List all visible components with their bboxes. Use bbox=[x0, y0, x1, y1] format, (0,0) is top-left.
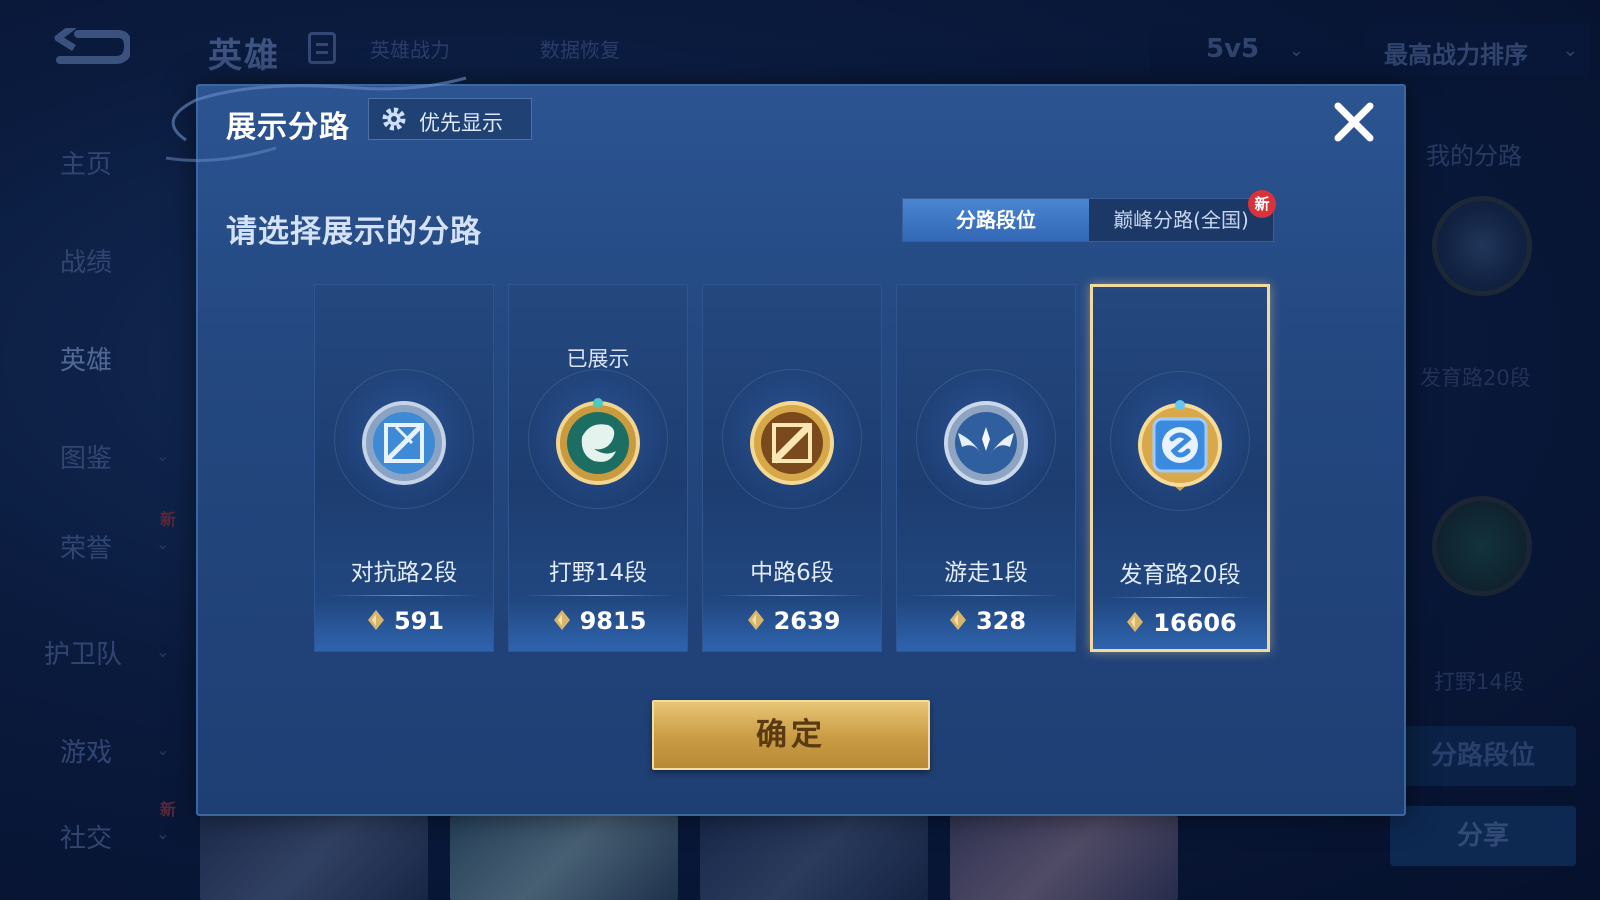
divider bbox=[523, 595, 673, 596]
points-icon bbox=[1127, 612, 1144, 632]
lane-points: 9815 bbox=[509, 607, 687, 635]
jungle-icon bbox=[556, 398, 640, 485]
gear-icon bbox=[382, 107, 406, 131]
lane-rank-label: 发育路20段 bbox=[1119, 562, 1241, 588]
close-icon[interactable] bbox=[1330, 98, 1378, 146]
lane-points: 16606 bbox=[1093, 609, 1267, 637]
points-icon bbox=[367, 610, 384, 630]
mid-lane-icon bbox=[750, 401, 834, 485]
lane-card-list: 对抗路2段 591 已展示 打野14段 9815 中路6段 2639 游走1段 … bbox=[314, 284, 1274, 654]
lane-card-clash[interactable]: 对抗路2段 591 bbox=[314, 284, 494, 652]
lane-rank-label: 中路6段 bbox=[750, 560, 834, 586]
points-value: 328 bbox=[975, 607, 1027, 635]
points-value: 2639 bbox=[773, 607, 841, 635]
priority-display-label: 优先显示 bbox=[419, 111, 503, 135]
lane-tab-group: 分路段位 巅峰分路(全国) bbox=[902, 198, 1274, 242]
lane-card-roam[interactable]: 游走1段 328 bbox=[896, 284, 1076, 652]
points-value: 591 bbox=[393, 607, 445, 635]
lane-rank-label: 打野14段 bbox=[548, 560, 648, 586]
tab-peak-lane[interactable]: 巅峰分路(全国) bbox=[1089, 199, 1273, 241]
tab-lane-rank[interactable]: 分路段位 bbox=[903, 199, 1089, 241]
lane-card-farm[interactable]: 发育路20段 16606 bbox=[1090, 284, 1270, 652]
new-badge: 新 bbox=[1248, 190, 1276, 218]
lane-rank-label: 对抗路2段 bbox=[350, 560, 458, 586]
lane-card-jungle[interactable]: 已展示 打野14段 9815 bbox=[508, 284, 688, 652]
lane-points: 591 bbox=[315, 607, 493, 635]
dialog-title: 展示分路 bbox=[226, 110, 350, 145]
clash-lane-icon bbox=[362, 401, 446, 485]
lane-card-mid[interactable]: 中路6段 2639 bbox=[702, 284, 882, 652]
lane-display-dialog: 展示分路 优先显示 请选择展示的分路 分路段位 巅峰分路(全国) 新 对抗路2段… bbox=[165, 76, 1406, 816]
lane-points: 2639 bbox=[703, 607, 881, 635]
roam-icon bbox=[944, 401, 1028, 485]
lane-points: 328 bbox=[897, 607, 1075, 635]
divider bbox=[329, 595, 479, 596]
divider bbox=[717, 595, 867, 596]
points-icon bbox=[747, 610, 764, 630]
points-icon bbox=[553, 610, 570, 630]
points-icon bbox=[949, 610, 966, 630]
farm-lane-icon bbox=[1138, 400, 1222, 491]
confirm-button-label: 确定 bbox=[756, 717, 826, 753]
confirm-button[interactable]: 确定 bbox=[652, 700, 930, 770]
priority-display-button[interactable]: 优先显示 bbox=[368, 98, 532, 140]
dialog-subtitle: 请选择展示的分路 bbox=[226, 214, 482, 250]
points-value: 9815 bbox=[579, 607, 647, 635]
divider bbox=[1107, 597, 1253, 598]
divider bbox=[911, 595, 1061, 596]
lane-rank-label: 游走1段 bbox=[944, 560, 1028, 586]
points-value: 16606 bbox=[1153, 609, 1237, 637]
